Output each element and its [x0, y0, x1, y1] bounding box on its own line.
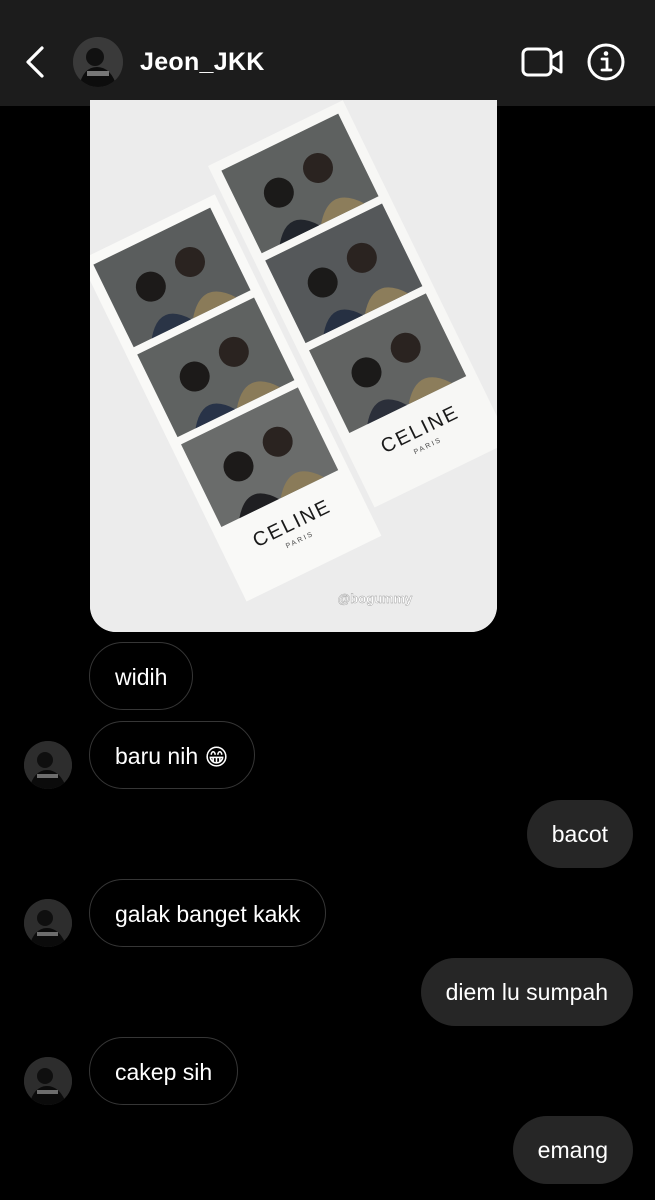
message-text: galak banget kakk — [115, 901, 301, 927]
message-text: baru nih — [115, 743, 199, 769]
chat-username[interactable]: Jeon_JKK — [140, 44, 265, 80]
video-call-button[interactable] — [520, 44, 566, 80]
shared-photo[interactable]: CELINE PARIS CELINE PARIS @bogummy — [90, 100, 497, 632]
info-button[interactable] — [584, 40, 628, 84]
sender-avatar[interactable] — [24, 899, 72, 947]
info-icon — [587, 43, 625, 81]
message-text: widih — [115, 664, 168, 690]
message-bubble-outgoing[interactable]: emang — [512, 1116, 633, 1184]
message-bubble-incoming[interactable]: widih — [89, 642, 194, 710]
message-bubble-incoming[interactable]: galak banget kakk — [89, 879, 327, 947]
video-camera-icon — [521, 47, 563, 77]
sender-avatar[interactable] — [24, 741, 72, 789]
message-text: emang — [537, 1137, 608, 1163]
message-bubble-outgoing[interactable]: bacot — [526, 800, 633, 868]
message-text: bacot — [551, 821, 608, 847]
photo-watermark: @bogummy — [338, 591, 414, 606]
message-text: cakep sih — [115, 1059, 213, 1085]
chat-header: Jeon_JKK — [0, 0, 655, 106]
back-button[interactable] — [18, 42, 52, 82]
profile-avatar[interactable] — [73, 37, 123, 87]
sender-avatar[interactable] — [24, 1057, 72, 1105]
message-bubble-outgoing[interactable]: diem lu sumpah — [420, 958, 633, 1026]
chevron-left-icon — [26, 46, 44, 78]
message-text: diem lu sumpah — [445, 979, 608, 1005]
grinning-face-icon: 😁 — [204, 744, 229, 771]
message-bubble-incoming[interactable]: baru nih 😁 — [89, 721, 255, 789]
message-bubble-incoming[interactable]: cakep sih — [89, 1037, 239, 1105]
